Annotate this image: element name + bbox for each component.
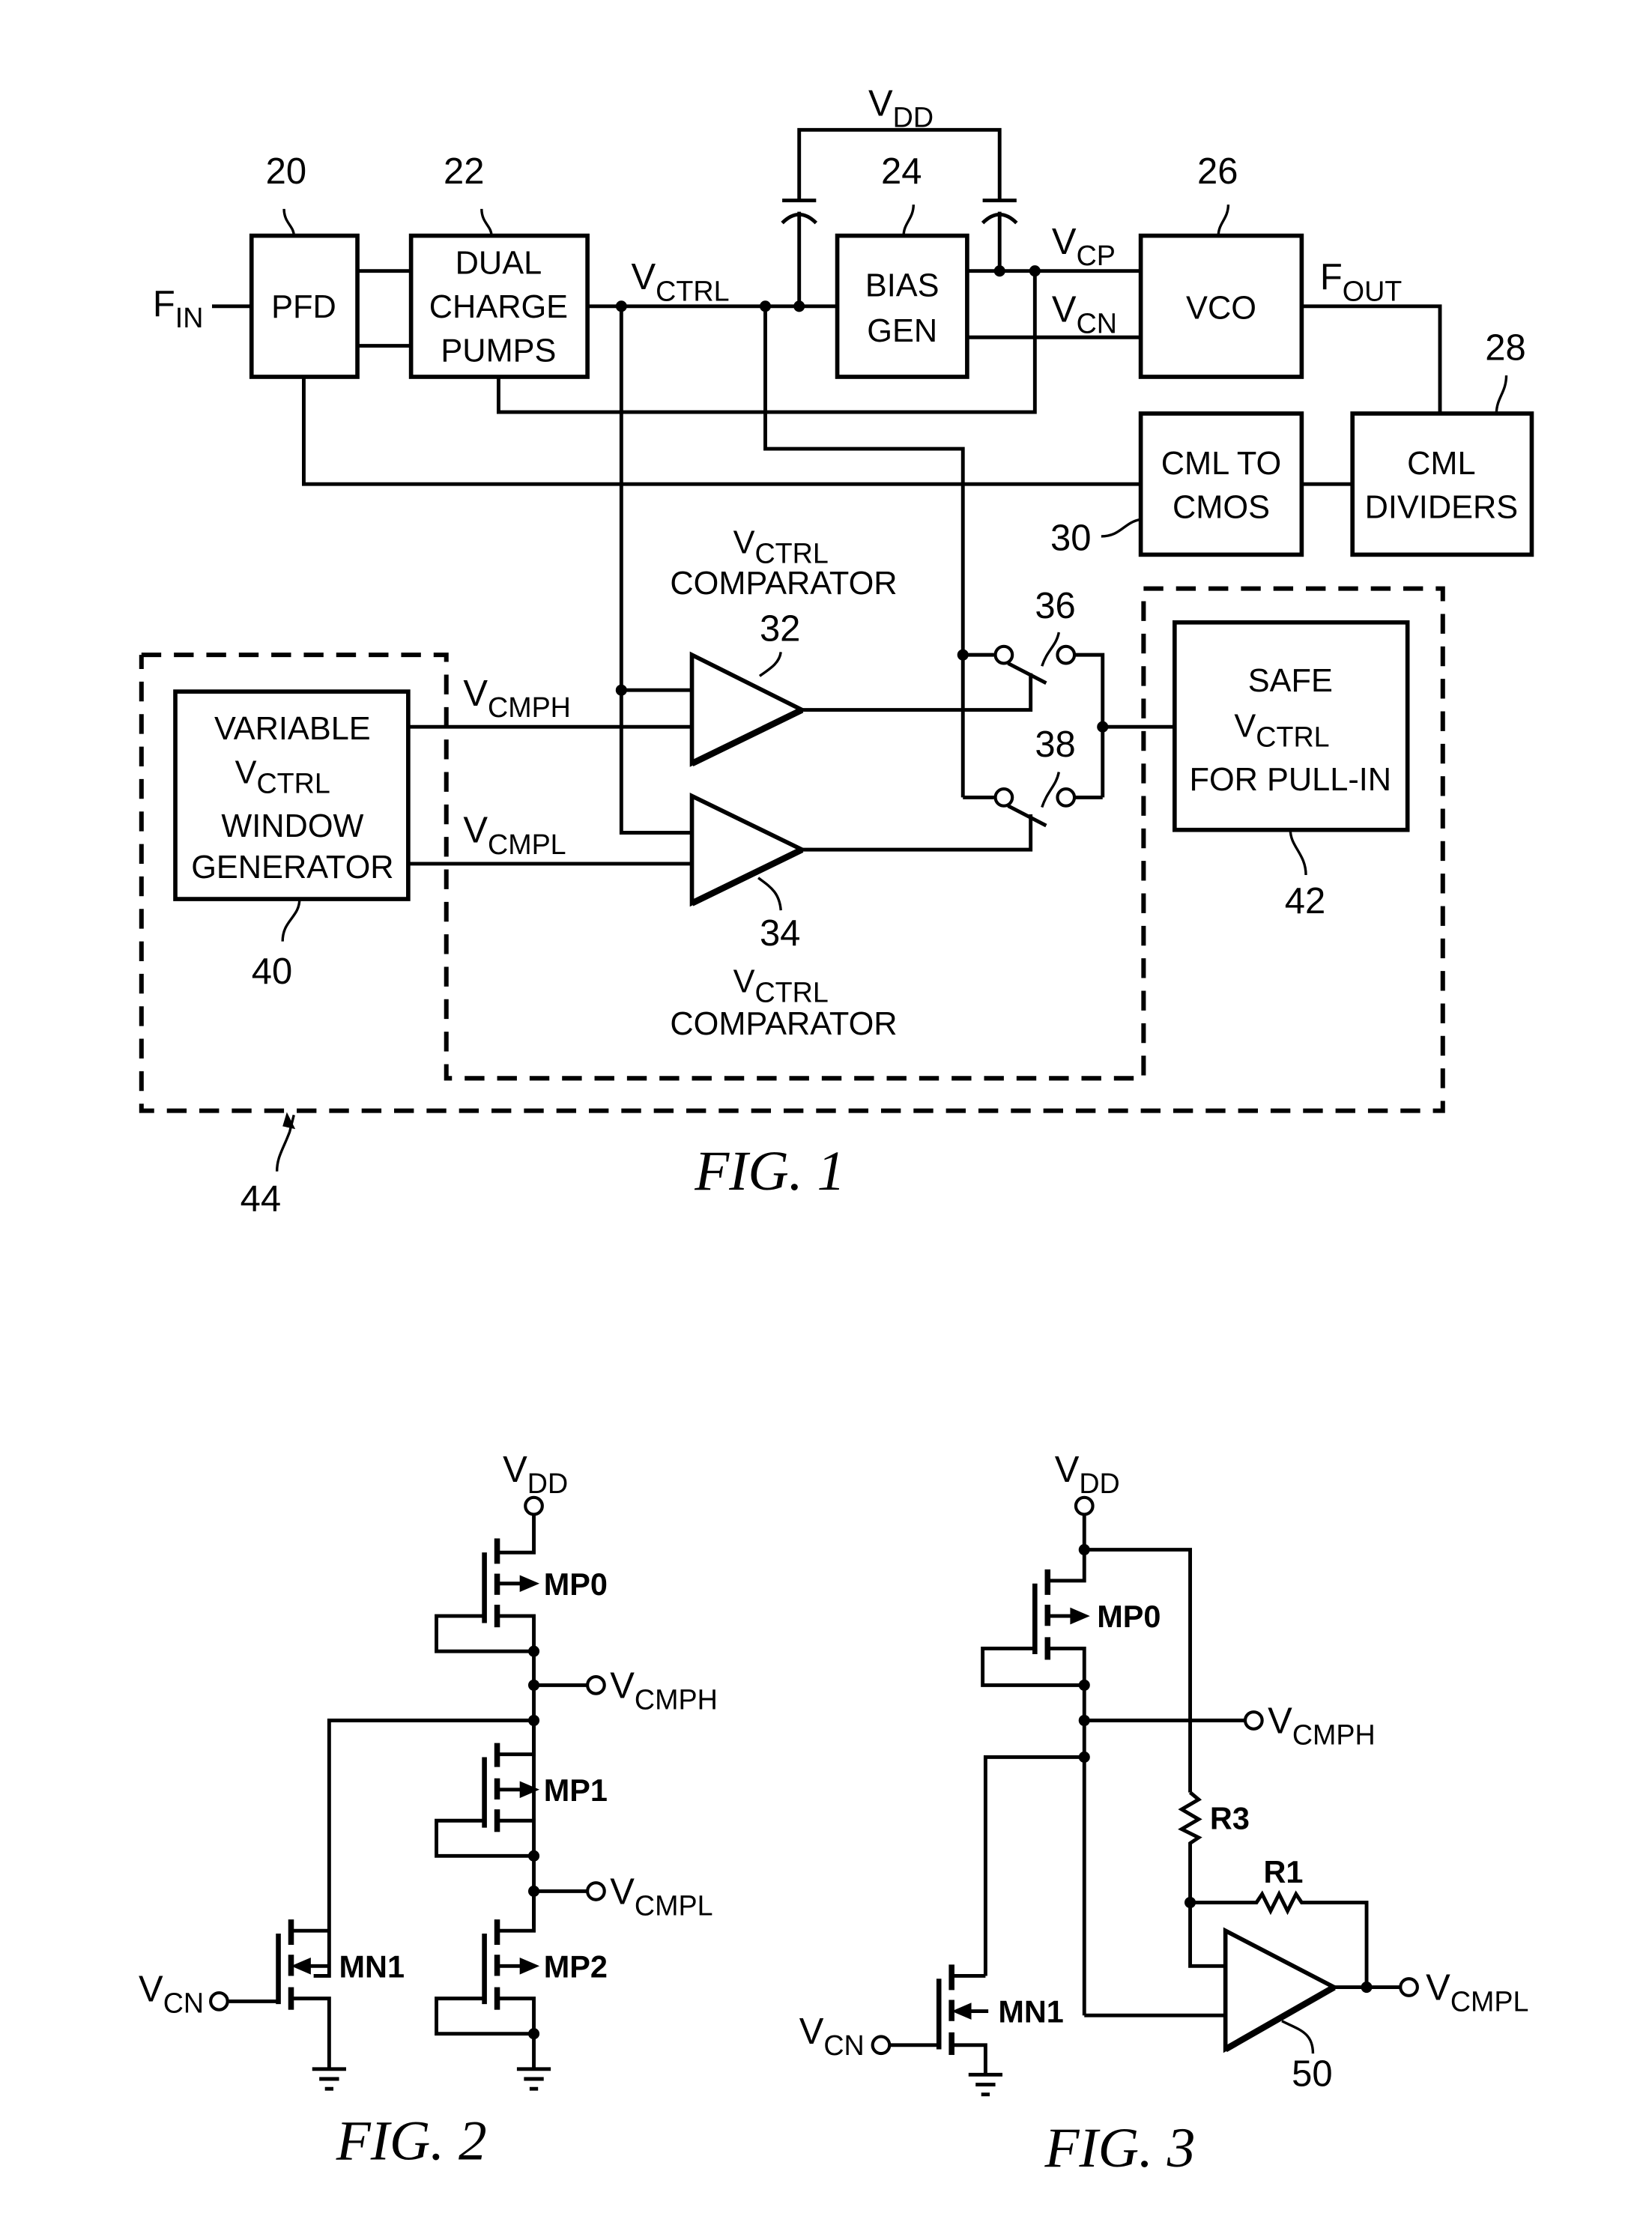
- cml-to-cmos-block: CML TO CMOS 30: [1050, 411, 1304, 559]
- comparator-34: 34 VCTRL COMPARATOR: [670, 793, 898, 1042]
- svg-text:R3: R3: [1210, 1801, 1250, 1836]
- svg-text:MP1: MP1: [544, 1773, 608, 1808]
- svg-text:COMPARATOR: COMPARATOR: [670, 566, 897, 602]
- transistor-mp0-fig3: MP0: [981, 1549, 1161, 1687]
- transistor-mp1-fig2: MP1: [435, 1720, 608, 1858]
- transistor-mp0-fig2: MP0: [435, 1514, 608, 1653]
- transistor-mp2-fig2: MP2: [435, 1891, 608, 2036]
- ground-icon: [312, 2067, 346, 2091]
- svg-text:MN1: MN1: [998, 1994, 1064, 2029]
- fig1-block-diagram: FIN PFD 20 DUAL CHARGE PUMPS 22 VCTRL VD…: [139, 83, 1534, 1219]
- fig2-schematic: VDD MP0 VCMPH MP1 VCMPL MP2 MN1 VCN FIG.…: [139, 1450, 718, 2172]
- svg-text:GEN: GEN: [867, 313, 937, 349]
- svg-text:42: 42: [1285, 881, 1325, 921]
- svg-text:30: 30: [1050, 518, 1091, 559]
- svg-text:CML TO: CML TO: [1161, 446, 1281, 482]
- svg-text:MP2: MP2: [544, 1949, 608, 1984]
- svg-text:CHARGE: CHARGE: [429, 289, 568, 325]
- svg-text:VCTRL: VCTRL: [733, 963, 829, 1008]
- svg-text:26: 26: [1197, 151, 1238, 192]
- svg-text:WINDOW: WINDOW: [221, 808, 363, 844]
- vcn-label-fig3: VCN: [799, 2012, 865, 2061]
- pfd-block: PFD 20: [249, 151, 360, 379]
- svg-text:22: 22: [444, 151, 484, 192]
- cml-dividers-block: CML DIVIDERS 28: [1350, 327, 1534, 557]
- vdd-label-fig2: VDD: [503, 1450, 568, 1499]
- svg-text:VCTRL: VCTRL: [733, 524, 829, 569]
- bias-gen-block: BIAS GEN 24: [835, 151, 969, 379]
- vcmpl-label-fig3: VCMPL: [1426, 1968, 1528, 2017]
- fin-label: FIN: [153, 284, 204, 333]
- fig3-schematic: VDD MP0 VCMPH R3 R1 50 VCMPL MN1 VCN FIG…: [799, 1450, 1529, 2179]
- svg-text:40: 40: [252, 951, 292, 992]
- transistor-mn1-fig3: MN1: [889, 1964, 1064, 2075]
- svg-text:R1: R1: [1264, 1854, 1304, 1889]
- svg-text:GENERATOR: GENERATOR: [191, 850, 393, 886]
- svg-text:20: 20: [266, 151, 306, 192]
- svg-text:COMPARATOR: COMPARATOR: [670, 1006, 897, 1042]
- svg-text:38: 38: [1035, 724, 1075, 765]
- svg-text:VARIABLE: VARIABLE: [214, 711, 371, 747]
- vcmpl-label-fig2: VCMPL: [610, 1871, 712, 1921]
- svg-text:32: 32: [760, 608, 800, 649]
- svg-text:28: 28: [1485, 327, 1525, 368]
- svg-text:CML: CML: [1407, 446, 1475, 482]
- switch-36: 36: [802, 586, 1105, 798]
- vcn-label: VCN: [1052, 290, 1117, 339]
- fig1-caption: FIG. 1: [694, 1140, 845, 1202]
- window-generator-block: VARIABLE VCTRL WINDOW GENERATOR 40: [173, 689, 411, 992]
- svg-text:PFD: PFD: [271, 289, 336, 325]
- vco-block: VCO 26: [1138, 151, 1304, 379]
- amplifier-50: 50: [1223, 1927, 1339, 2094]
- svg-text:SAFE: SAFE: [1248, 663, 1333, 699]
- svg-text:50: 50: [1292, 2053, 1332, 2094]
- ground-icon: [516, 2067, 551, 2091]
- fig3-caption: FIG. 3: [1044, 2117, 1196, 2179]
- svg-text:MP0: MP0: [1097, 1599, 1161, 1634]
- resistor-r3: R3: [1178, 1790, 1250, 1903]
- svg-text:34: 34: [760, 913, 800, 954]
- svg-text:24: 24: [881, 151, 922, 192]
- fig2-caption: FIG. 2: [336, 2110, 487, 2172]
- svg-text:PUMPS: PUMPS: [441, 333, 556, 369]
- vctrl-label: VCTRL: [632, 257, 730, 306]
- safe-vctrl-block: SAFE VCTRL FOR PULL-IN 42: [1173, 620, 1410, 921]
- comparator-32: VCTRL COMPARATOR 32: [670, 524, 898, 767]
- svg-text:BIAS: BIAS: [865, 268, 940, 304]
- patent-drawing-sheet: FIN PFD 20 DUAL CHARGE PUMPS 22 VCTRL VD…: [139, 83, 1534, 2179]
- svg-text:FOR PULL-IN: FOR PULL-IN: [1190, 762, 1392, 798]
- svg-text:CMOS: CMOS: [1173, 489, 1270, 525]
- svg-text:44: 44: [240, 1178, 281, 1219]
- svg-text:VCO: VCO: [1186, 291, 1256, 327]
- vcmph-label-fig1: VCMPH: [463, 673, 571, 723]
- dual-charge-pumps-block: DUAL CHARGE PUMPS 22: [408, 151, 590, 379]
- svg-text:MP0: MP0: [544, 1566, 608, 1602]
- vcmph-label-fig2: VCMPH: [610, 1665, 718, 1715]
- transistor-mn1-fig2: MN1: [229, 1919, 405, 2069]
- ground-icon: [968, 2072, 1002, 2097]
- fout-label: FOUT: [1320, 257, 1402, 306]
- switch-38: 38: [802, 724, 1103, 852]
- svg-text:36: 36: [1035, 586, 1075, 626]
- vcn-label-fig2: VCN: [139, 1969, 204, 2018]
- svg-text:DIVIDERS: DIVIDERS: [1365, 489, 1519, 525]
- svg-text:MN1: MN1: [339, 1949, 405, 1984]
- vcmph-label-fig3: VCMPH: [1268, 1701, 1376, 1750]
- vcp-label: VCP: [1052, 222, 1116, 271]
- vdd-label-fig1: VDD: [868, 83, 934, 133]
- vdd-label-fig3: VDD: [1055, 1450, 1120, 1499]
- vcmpl-label-fig1: VCMPL: [463, 811, 566, 860]
- svg-text:DUAL: DUAL: [456, 245, 542, 281]
